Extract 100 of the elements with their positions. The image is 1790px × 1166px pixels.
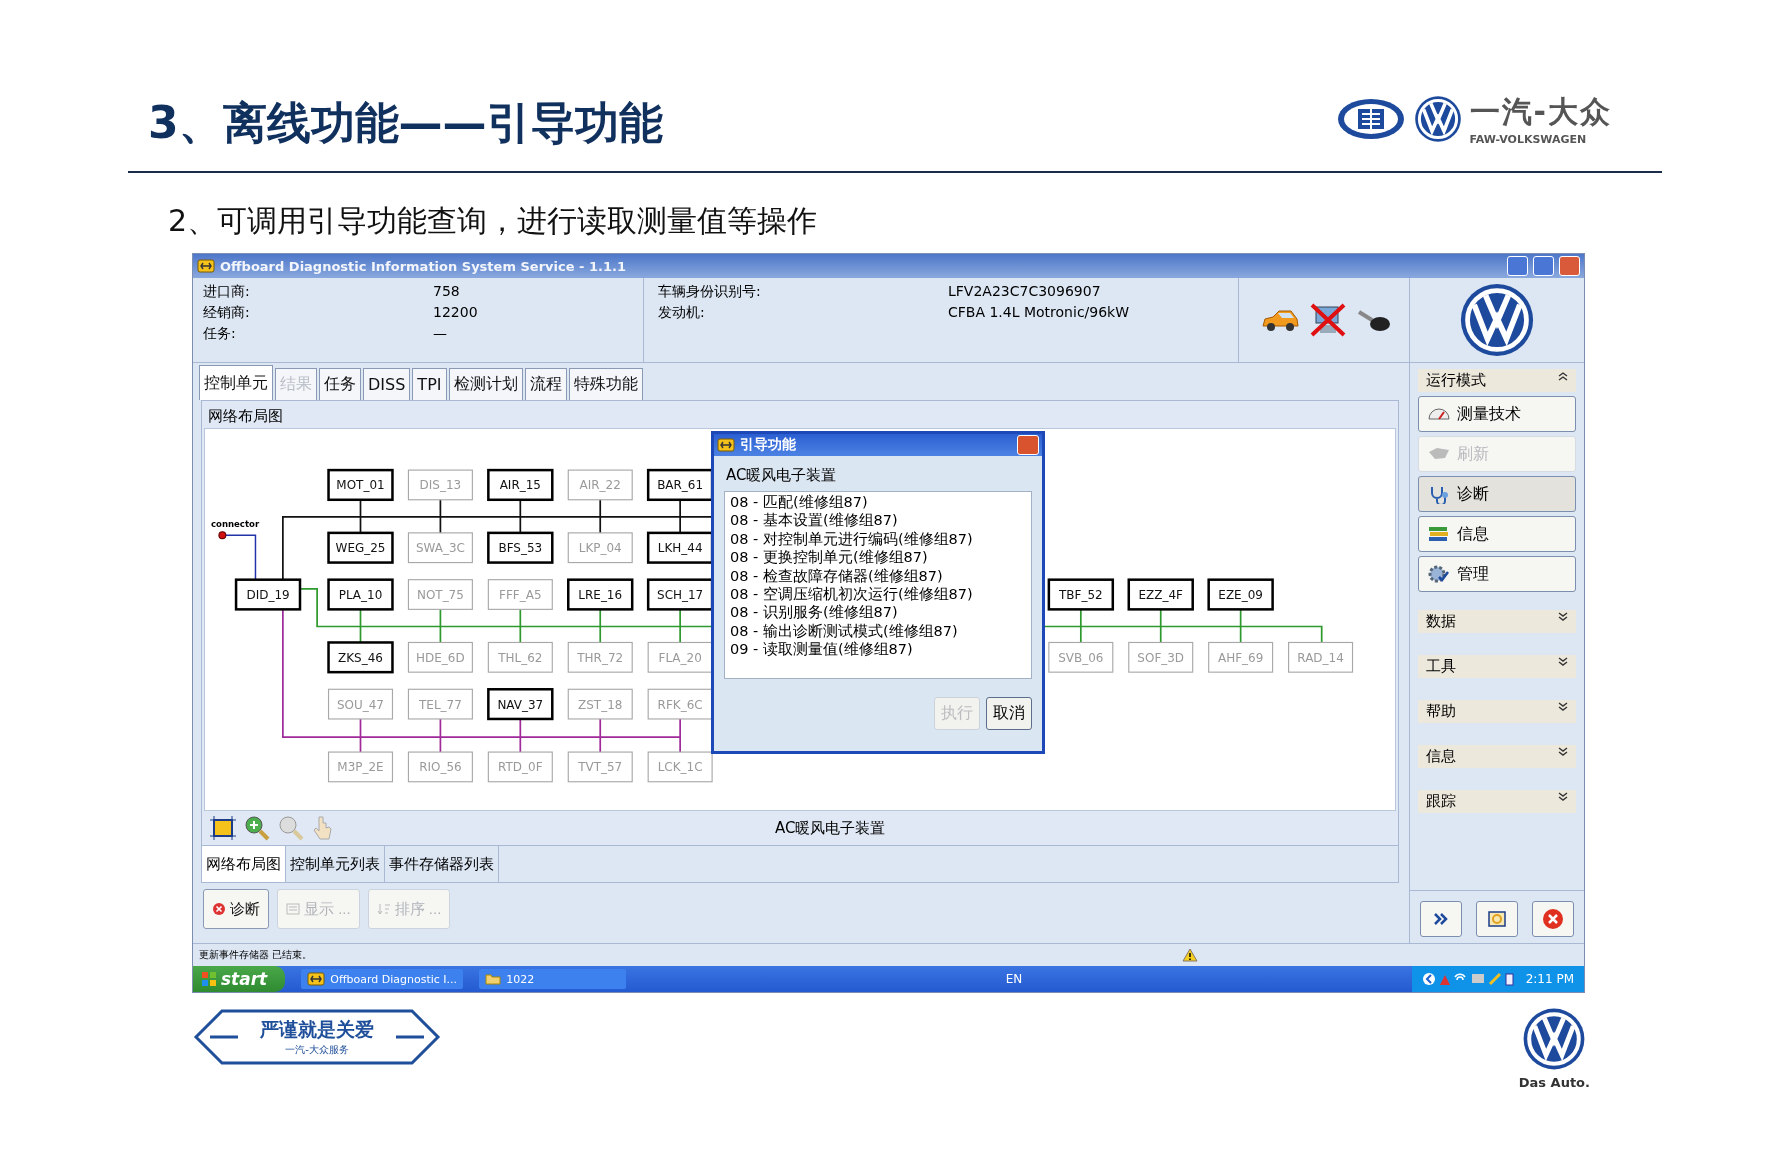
field-label: 车辆身份识别号: <box>658 283 762 301</box>
control-unit-node[interactable]: TBF_52 <box>1047 578 1115 611</box>
tab[interactable]: 流程 <box>524 368 567 400</box>
sidebar-button[interactable]: 测量技术 <box>1418 396 1576 432</box>
start-button[interactable]: start <box>193 966 286 992</box>
expand-icon <box>1558 747 1568 757</box>
field-label: 经销商: <box>203 304 251 322</box>
control-unit-node[interactable]: BFS_53 <box>487 531 554 564</box>
window-title: Offboard Diagnostic Information System Service - 1.1.1 <box>220 258 627 274</box>
slide-title: 3、离线功能——引导功能 <box>148 96 663 150</box>
sidebar-button[interactable]: 信息 <box>1418 516 1576 552</box>
section-header[interactable]: 运行模式 <box>1418 369 1576 392</box>
fit-view-icon <box>1486 909 1508 929</box>
no-connection-icon <box>1310 303 1346 337</box>
vw-logo <box>1413 95 1462 143</box>
zoom-in-icon <box>244 815 270 841</box>
restore-button[interactable] <box>1533 256 1554 276</box>
control-unit-node[interactable]: EZZ_4F <box>1127 578 1194 611</box>
tab[interactable]: DISS <box>363 368 411 400</box>
tab[interactable]: 控制单元列表 <box>286 846 385 882</box>
tab[interactable]: 事件存储器列表 <box>385 846 499 882</box>
warning-icon <box>1182 948 1199 962</box>
gear-icon <box>1427 564 1451 584</box>
sidebar-button[interactable]: 管理 <box>1418 556 1576 592</box>
vw-logo <box>1522 1007 1587 1071</box>
fit-view-button[interactable] <box>1476 901 1518 937</box>
field-value: 758 <box>433 283 461 301</box>
slogan-subtext: 一汽-大众服务 <box>285 1043 349 1057</box>
minimize-button[interactable] <box>1507 256 1528 276</box>
sidebar-button[interactable]: 诊断 <box>1418 476 1576 512</box>
section-header[interactable]: 帮助 <box>1418 700 1576 723</box>
section-header[interactable]: 跟踪 <box>1418 790 1576 813</box>
list-item[interactable]: 08 - 基本设置(维修组87) <box>730 511 1026 530</box>
app-icon <box>307 972 326 986</box>
car-icon <box>1260 308 1300 332</box>
fit-view-icon <box>210 816 236 840</box>
expand-icon <box>1558 702 1568 712</box>
sort-icon <box>376 902 391 916</box>
list-item[interactable]: 08 - 匹配(维修组87) <box>730 493 1026 512</box>
control-unit-node[interactable]: EZE_09 <box>1207 578 1274 611</box>
field-label: 任务: <box>203 325 237 343</box>
books-icon <box>1427 524 1451 544</box>
field-value: — <box>433 325 448 343</box>
slogan-text: 严谨就是关爱 <box>260 1017 374 1042</box>
cancel-icon <box>212 902 226 916</box>
windows-logo <box>201 971 217 987</box>
hand-icon <box>312 815 332 841</box>
control-unit-node[interactable]: LKH_44 <box>646 531 714 564</box>
list-item[interactable]: 09 - 读取测量值(维修组87) <box>730 640 1026 659</box>
control-unit-node[interactable]: LRE_16 <box>567 578 634 611</box>
faw-logo <box>1335 97 1406 141</box>
connector-dot <box>218 531 227 540</box>
list-item[interactable]: 08 - 对控制单元进行编码(维修组87) <box>730 529 1026 549</box>
status-text: 更新事件存储器 已结束。 <box>199 948 313 962</box>
taskbar-item[interactable]: 1022 <box>479 969 627 989</box>
dialog-button[interactable]: 取消 <box>986 697 1032 730</box>
field-label: 进口商: <box>203 283 251 301</box>
control-unit-node[interactable]: SCH_17 <box>646 578 714 611</box>
field-value: CFBA 1.4L Motronic/96kW <box>948 304 1131 322</box>
section-header[interactable]: 工具 <box>1418 655 1576 678</box>
action-button[interactable]: 诊断 <box>203 889 269 929</box>
tab[interactable]: 任务 <box>319 368 361 400</box>
close-button[interactable] <box>1017 435 1039 455</box>
double-arrow-icon <box>1433 912 1449 926</box>
slide-subtitle: 2、可调用引导功能查询，进行读取测量值等操作 <box>167 202 819 240</box>
list-item[interactable]: 08 - 识别服务(维修组87) <box>730 603 1026 622</box>
expand-icon <box>1558 792 1568 802</box>
brand-name: 一汽-大众 <box>1469 93 1612 131</box>
list-item[interactable]: 08 - 检查故障存储器(维修组87) <box>730 566 1026 586</box>
list-item[interactable]: 08 - 空调压缩机初次运行(维修组87) <box>730 585 1026 604</box>
brand-subtitle: FAW-VOLKSWAGEN <box>1469 133 1588 146</box>
control-unit-node[interactable]: MOT_01 <box>327 468 394 502</box>
field-value: LFV2A23C7C3096907 <box>948 283 1102 301</box>
control-unit-node[interactable]: WEG_25 <box>327 531 394 564</box>
connector-label: connector <box>210 519 260 530</box>
section-header[interactable]: 信息 <box>1418 745 1576 768</box>
control-unit-node[interactable]: AIR_15 <box>487 468 554 502</box>
forward-button[interactable] <box>1420 901 1462 937</box>
tagline: Das Auto. <box>1518 1075 1590 1090</box>
app-icon <box>717 438 735 452</box>
control-unit-node[interactable]: ZKS_46 <box>327 641 394 674</box>
close-icon <box>1542 908 1564 930</box>
section-header[interactable]: 数据 <box>1418 610 1576 633</box>
field-label: 发动机: <box>658 304 706 322</box>
close-button[interactable] <box>1559 256 1580 276</box>
tab[interactable]: 网络布局图 <box>202 846 286 882</box>
field-value: 12200 <box>433 304 479 322</box>
control-unit-node[interactable]: DID_19 <box>234 578 302 611</box>
tab[interactable]: 特殊功能 <box>568 368 643 400</box>
list-item[interactable]: 08 - 输出诊断测试模式(维修组87) <box>730 621 1026 641</box>
control-unit-node[interactable]: BAR_61 <box>646 468 714 502</box>
tab[interactable]: 控制单元 <box>199 365 273 400</box>
tab[interactable]: TPI <box>412 368 447 400</box>
control-unit-node[interactable]: NAV_37 <box>487 688 554 721</box>
control-unit-node[interactable]: PLA_10 <box>327 578 394 611</box>
taskbar-item[interactable]: Offboard Diagnostic I... <box>301 969 464 989</box>
tab[interactable]: 检测计划 <box>448 368 523 400</box>
list-item[interactable]: 08 - 更换控制单元(维修组87) <box>730 548 1026 567</box>
exit-button[interactable] <box>1532 901 1574 937</box>
language-indicator[interactable]: EN <box>1005 972 1023 986</box>
